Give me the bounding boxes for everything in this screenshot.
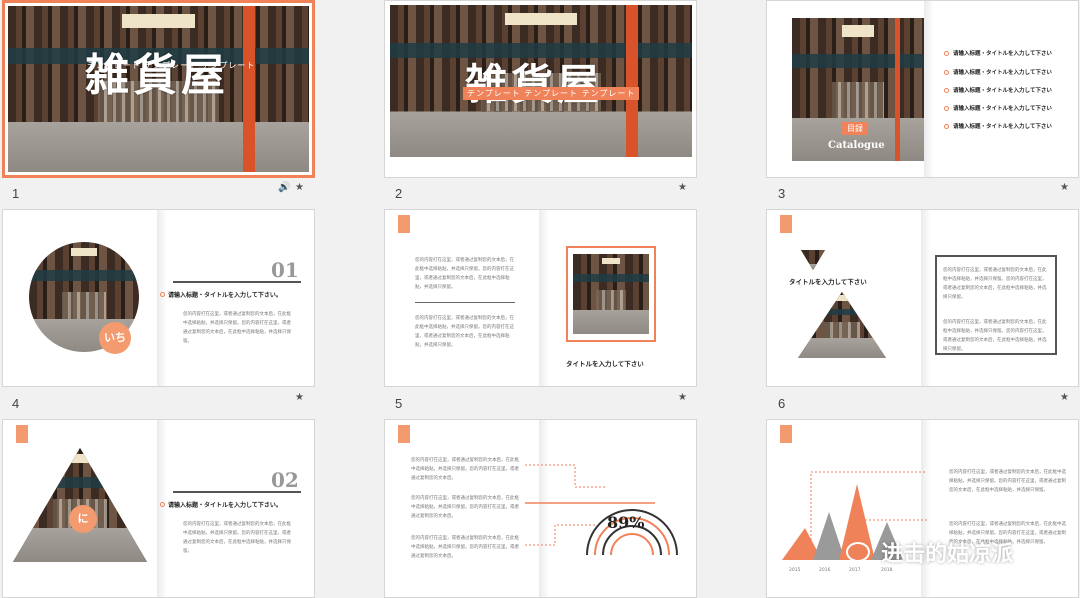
- orange-tab: [398, 425, 410, 443]
- slide-title: 雑貨屋: [85, 50, 229, 101]
- percent-value: 89%: [607, 513, 645, 532]
- slide-title: 雑貨屋: [465, 60, 604, 109]
- slide-number: 4: [12, 396, 20, 411]
- animation-star-icon[interactable]: ★: [1060, 182, 1069, 193]
- inverted-triangle-photo: [801, 250, 825, 270]
- toc-item: 请输入标题・タイトルを入力して下さい: [953, 51, 1052, 57]
- text-block-2: 您的内容打在这里，或者通过复制您的文本后，在此框中选择粘贴，并选择只保留。您的内…: [415, 316, 514, 348]
- text-block-2: 您的内容打在这里，或者通过复制您的文本后，在此框中选择粘贴，并选择只保留。您的内…: [943, 320, 1047, 352]
- slide-subtitle: テンプレート テンプレート テンプレート: [87, 61, 256, 70]
- slide-number: 6: [778, 396, 786, 411]
- orange-tab: [16, 425, 28, 443]
- photo-caption: タイトルを入力して下さい: [566, 360, 644, 368]
- watermark-text: 进击的姑凉派: [881, 542, 1014, 567]
- section-badge: いち: [99, 322, 131, 354]
- toc-item: 请输入标题・タイトルを入力して下さい: [953, 124, 1052, 130]
- divider: [173, 491, 301, 493]
- section-number: 02: [271, 468, 299, 492]
- slide-number: 1: [12, 186, 20, 201]
- orange-tab: [398, 215, 410, 233]
- slide-thumbnail-1[interactable]: 雑貨屋 テンプレート テンプレート テンプレート: [2, 0, 315, 178]
- slide-number: 3: [778, 186, 786, 201]
- animation-star-icon[interactable]: ★: [1060, 392, 1069, 403]
- year-label: 2016: [819, 568, 831, 573]
- slide-thumbnail-2[interactable]: 雑貨屋 テンプレート テンプレート テンプレート: [384, 0, 697, 178]
- text-block-1: 您的内容打在这里，或者通过复制您的文本后，在此框中选择粘贴，并选择只保留。您的内…: [949, 470, 1066, 493]
- text-block-1: 您的内容打在这里，或者通过复制您的文本后，在此框中选择粘贴，并选择只保留。您的内…: [415, 258, 514, 290]
- section-body: 您的内容打在这里，或者通过复制您的文本后，在此框中选择粘贴，并选择只保留。您的内…: [183, 522, 291, 554]
- triangle-caption: タイトルを入力して下さい: [789, 278, 867, 286]
- slide-thumbnail-7[interactable]: に 02 请输入标题・タイトルを入力して下さい。 您的内容打在这里，或者通过复制…: [2, 419, 315, 598]
- section-heading: 请输入标题・タイトルを入力して下さい。: [168, 502, 282, 509]
- divider: [173, 281, 301, 283]
- slide-thumbnail-6[interactable]: タイトルを入力して下さい 您的内容打在这里，或者通过复制您的文本后，在此框中选择…: [766, 209, 1079, 387]
- toc-item: 请输入标题・タイトルを入力して下さい: [953, 88, 1052, 94]
- animation-star-icon[interactable]: ★: [295, 392, 304, 403]
- slide-thumbnail-9[interactable]: 2015 2016 2017 2018 您的内容打在这里，或者通过复制您的文本后…: [766, 419, 1079, 598]
- section-heading: 请输入标题・タイトルを入力して下さい。: [168, 292, 282, 299]
- animation-star-icon[interactable]: ★: [295, 182, 304, 193]
- toc-item: 请输入标题・タイトルを入力して下さい: [953, 70, 1052, 76]
- wechat-icon: [846, 542, 870, 562]
- orange-tab: [780, 215, 792, 233]
- section-badge: に: [69, 505, 97, 533]
- text-block-1: 您的内容打在这里，或者通过复制您的文本后，在此框中选择粘贴，并选择只保留。您的内…: [411, 458, 519, 481]
- animation-star-icon[interactable]: ★: [678, 392, 687, 403]
- watermark: 进击的姑凉派: [846, 536, 1013, 568]
- section-body: 您的内容打在这里，或者通过复制您的文本后，在此框中选择粘贴，并选择只保留。您的内…: [183, 312, 291, 344]
- year-label: 2015: [789, 568, 801, 573]
- animation-star-icon[interactable]: ★: [678, 182, 687, 193]
- divider: [415, 302, 515, 303]
- toc-label: 目録: [842, 122, 868, 135]
- slide-thumbnail-5[interactable]: 您的内容打在这里，或者通过复制您的文本后，在此框中选择粘贴，并选择只保留。您的内…: [384, 209, 697, 387]
- triangle-photo: [798, 292, 886, 358]
- toc-item: 请输入标题・タイトルを入力して下さい: [953, 106, 1052, 112]
- slide-thumbnail-8[interactable]: 您的内容打在这里，或者通过复制您的文本后，在此框中选择粘贴，并选择只保留。您的内…: [384, 419, 697, 598]
- text-block-2: 您的内容打在这里，或者通过复制您的文本后，在此框中选择粘贴，并选择只保留。您的内…: [411, 496, 519, 519]
- framed-photo: [573, 254, 649, 334]
- slide-number: 5: [395, 396, 403, 411]
- orange-tab: [780, 425, 792, 443]
- text-block-3: 您的内容打在这里，或者通过复制您的文本后，在此框中选择粘贴，并选择只保留。您的内…: [411, 536, 519, 559]
- toc-english: Catalogue: [828, 140, 885, 151]
- text-block-1: 您的内容打在这里，或者通过复制您的文本后，在此框中选择粘贴，并选择只保留。您的内…: [943, 268, 1047, 300]
- section-number: 01: [271, 258, 299, 282]
- slide-thumbnail-3[interactable]: 目録 Catalogue 请输入标题・タイトルを入力して下さい 请输入标题・タイ…: [766, 0, 1079, 178]
- slide-subtitle: テンプレート テンプレート テンプレート: [463, 87, 640, 100]
- slide-number: 2: [395, 186, 403, 201]
- slide-thumbnail-4[interactable]: いち 01 请输入标题・タイトルを入力して下さい。 您的内容打在这里，或者通过复…: [2, 209, 315, 387]
- speaker-icon: 🔊: [278, 182, 291, 193]
